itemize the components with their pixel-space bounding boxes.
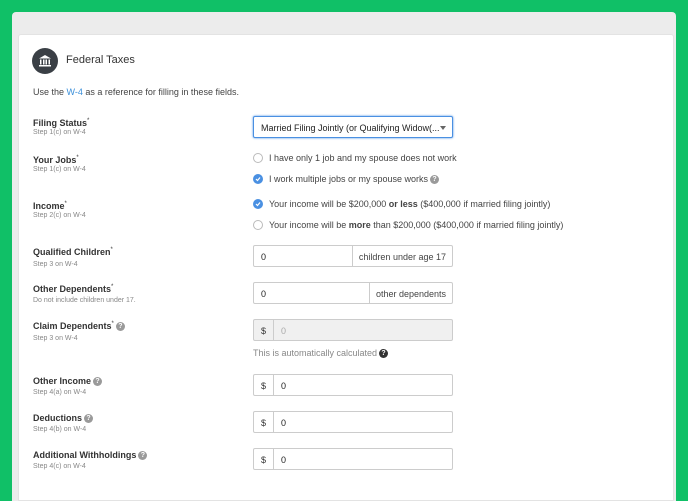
other-income-sub: Step 4(a) on W-4 bbox=[33, 389, 87, 396]
help-icon[interactable]: ? bbox=[379, 348, 389, 358]
auto-calculated-note: This is automatically calculated ? bbox=[253, 348, 389, 358]
dependents-addon: other dependents bbox=[368, 283, 452, 303]
help-icon[interactable]: ? bbox=[84, 414, 94, 424]
income-option-less[interactable]: Your income will be $200,000 or less ($4… bbox=[253, 199, 550, 209]
dollar-prefix: $ bbox=[254, 412, 274, 432]
deductions-input[interactable]: $ 0 bbox=[253, 411, 453, 433]
children-addon: children under age 17 bbox=[351, 246, 452, 266]
chevron-down-icon bbox=[440, 126, 446, 130]
bank-icon bbox=[32, 48, 58, 74]
withholdings-input[interactable]: $ 0 bbox=[253, 448, 453, 470]
help-icon[interactable]: ? bbox=[138, 451, 148, 461]
radio-unchecked[interactable] bbox=[253, 153, 263, 163]
your-jobs-sub: Step 1(c) on W-4 bbox=[33, 166, 86, 173]
qualified-children-label: Qualified Children* bbox=[33, 247, 113, 257]
filing-status-select[interactable]: Married Filing Jointly (or Qualifying Wi… bbox=[253, 116, 453, 138]
jobs-option-multiple[interactable]: I work multiple jobs or my spouse works … bbox=[253, 174, 440, 184]
withholdings-sub: Step 4(c) on W-4 bbox=[33, 463, 86, 470]
claim-dependents-input: $ 0 bbox=[253, 319, 453, 341]
federal-taxes-card: Federal Taxes Use the W-4 as a reference… bbox=[18, 34, 674, 501]
claim-dependents-label: Claim Dependents*? bbox=[33, 321, 125, 332]
filing-status-value: Married Filing Jointly (or Qualifying Wi… bbox=[261, 123, 440, 133]
dollar-prefix: $ bbox=[254, 320, 274, 340]
radio-unchecked[interactable] bbox=[253, 220, 263, 230]
deductions-sub: Step 4(b) on W-4 bbox=[33, 426, 87, 433]
other-income-label: Other Income? bbox=[33, 376, 103, 387]
jobs-option-single[interactable]: I have only 1 job and my spouse does not… bbox=[253, 153, 457, 163]
help-icon[interactable]: ? bbox=[430, 174, 440, 184]
filing-status-sub: Step 1(c) on W-4 bbox=[33, 129, 86, 136]
section-title: Federal Taxes bbox=[66, 54, 135, 66]
qualified-children-sub: Step 3 on W-4 bbox=[33, 261, 78, 268]
dollar-prefix: $ bbox=[254, 449, 274, 469]
intro-prefix: Use the bbox=[33, 87, 67, 97]
intro-text: Use the W-4 as a reference for filling i… bbox=[33, 87, 239, 97]
w4-link[interactable]: W-4 bbox=[67, 87, 83, 97]
radio-checked-icon[interactable] bbox=[253, 174, 263, 184]
dollar-prefix: $ bbox=[254, 375, 274, 395]
income-label: Income* bbox=[33, 201, 67, 211]
qualified-children-input[interactable]: 0 children under age 17 bbox=[253, 245, 453, 267]
other-income-input[interactable]: $ 0 bbox=[253, 374, 453, 396]
other-dependents-input[interactable]: 0 other dependents bbox=[253, 282, 453, 304]
help-icon[interactable]: ? bbox=[93, 377, 103, 387]
your-jobs-label: Your Jobs* bbox=[33, 155, 79, 165]
claim-dependents-sub: Step 3 on W-4 bbox=[33, 335, 78, 342]
intro-suffix: as a reference for filling in these fiel… bbox=[82, 87, 239, 97]
deductions-label: Deductions? bbox=[33, 413, 94, 424]
withholdings-label: Additional Withholdings? bbox=[33, 450, 148, 461]
filing-status-label: Filing Status* bbox=[33, 118, 90, 128]
help-icon[interactable]: ? bbox=[115, 322, 125, 332]
income-option-more[interactable]: Your income will be more than $200,000 (… bbox=[253, 220, 563, 230]
other-dependents-label: Other Dependents* bbox=[33, 284, 114, 294]
other-dependents-sub: Do not include children under 17. bbox=[33, 297, 136, 304]
radio-checked-icon[interactable] bbox=[253, 199, 263, 209]
income-sub: Step 2(c) on W-4 bbox=[33, 212, 86, 219]
